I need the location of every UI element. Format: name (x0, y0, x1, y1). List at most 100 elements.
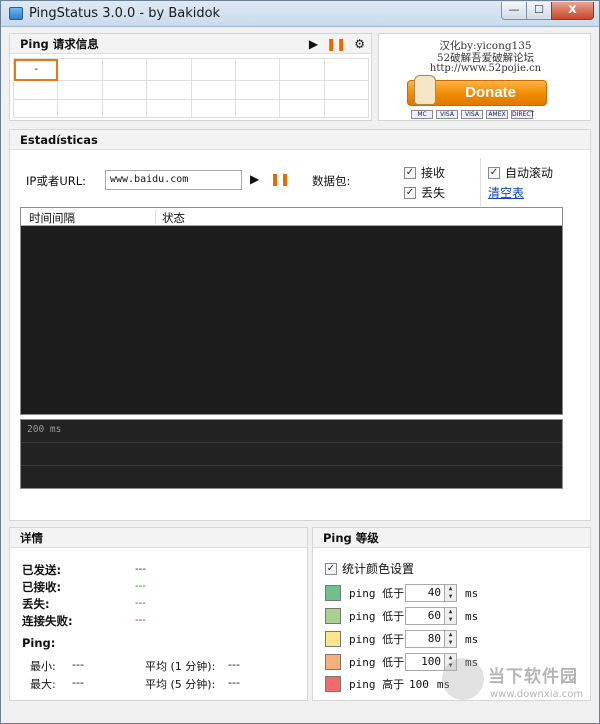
spinner-arrows-icon[interactable]: ▲ ▼ (445, 607, 457, 625)
play-icon[interactable]: ▶ (250, 172, 259, 186)
ping-cell[interactable] (280, 81, 325, 100)
ping-cell[interactable] (235, 81, 281, 100)
donate-area: 汉化by:yicong135 52破解吾爱破解论坛 http://www.52p… (378, 33, 591, 121)
ping-cell[interactable] (235, 59, 281, 81)
ping-request-panel: Ping 请求信息 ▶ ❚❚ ⚙ - (9, 33, 372, 121)
play-icon[interactable]: ▶ (309, 37, 318, 51)
ping-cell[interactable] (280, 59, 325, 81)
level-text: ping 低于 (349, 610, 405, 623)
donate-button[interactable]: Donate (407, 75, 547, 106)
check-icon: ✓ (325, 562, 337, 575)
log-table-header: 时间间隔 状态 (21, 208, 562, 226)
minimize-button[interactable]: — (501, 2, 527, 20)
autoscroll-checkbox[interactable]: ✓ 自动滚动 (488, 164, 553, 181)
spinner-arrows-icon[interactable]: ▲ ▼ (445, 584, 457, 602)
threshold-input[interactable]: 60 (405, 607, 445, 625)
color-swatch[interactable] (325, 654, 341, 670)
avg5-label: 平均 (5 分钟): (145, 678, 216, 691)
max-label: 最大: (30, 678, 56, 691)
color-swatch[interactable] (325, 608, 341, 624)
color-settings-checkbox[interactable]: ✓ 统计颜色设置 (325, 560, 414, 577)
url-input[interactable]: www.baidu.com (105, 170, 242, 190)
details-header: 详情 (10, 528, 307, 548)
level-row: ping 低于 80 ▲ ▼ ms (325, 630, 478, 648)
ping-cell[interactable] (102, 81, 148, 100)
graph-scale-label: 200 ms (27, 424, 62, 435)
check-icon: ✓ (404, 166, 416, 179)
pause-icon[interactable]: ❚❚ (326, 37, 346, 51)
clear-table-link[interactable]: 清空表 (488, 184, 524, 201)
latency-graph: 200 ms (20, 419, 563, 489)
received-label: 已接收: (22, 580, 62, 594)
donate-label: Donate (465, 84, 516, 101)
level-text: ping 低于 (349, 656, 405, 669)
unit-label: ms (465, 586, 479, 600)
gear-icon[interactable]: ⚙ (354, 37, 365, 51)
statistics-panel: Estadísticas IP或者URL: www.baidu.com ▶ ❚❚… (9, 129, 591, 521)
ping-cell[interactable] (102, 59, 148, 81)
avg5-value: --- (228, 676, 240, 689)
ping-cell[interactable] (235, 99, 281, 118)
ping-cell[interactable] (102, 99, 148, 118)
lost-label: 丢失 (421, 186, 446, 200)
min-value: --- (72, 658, 84, 671)
received-label: 接收 (421, 166, 446, 180)
column-header-time[interactable]: 时间间隔 (29, 210, 75, 226)
watermark-logo-icon (442, 658, 484, 700)
level-text: ping 低于 (349, 587, 405, 600)
color-swatch[interactable] (325, 631, 341, 647)
grid-line (21, 442, 562, 443)
details-panel: 详情 已发送: --- 已接收: --- 丢失: --- 连接失败: --- P… (9, 527, 308, 701)
ping-cell[interactable] (280, 99, 325, 118)
ping-cell[interactable] (324, 59, 369, 81)
url-label: IP或者URL: (26, 174, 87, 188)
ping-cell[interactable] (14, 81, 59, 100)
title-bar: PingStatus 3.0.0 - by Bakidok — ☐ X (1, 1, 599, 27)
level-text: ping 高于 (349, 678, 405, 691)
column-header-status[interactable]: 状态 (155, 210, 185, 225)
close-button[interactable]: X (551, 2, 594, 20)
ping-cell[interactable] (191, 81, 236, 100)
received-checkbox[interactable]: ✓ 接收 (404, 164, 445, 181)
mastercard-icon: MC (411, 110, 433, 119)
level-row: ping 高于 100 ms (325, 676, 450, 692)
threshold-input[interactable]: 80 (405, 630, 445, 648)
color-swatch[interactable] (325, 585, 341, 601)
color-swatch[interactable] (325, 676, 341, 692)
ping-cell[interactable] (58, 81, 103, 100)
ping-log-table[interactable]: 时间间隔 状态 (20, 207, 563, 415)
ping-cell[interactable] (147, 59, 192, 81)
ping-cell[interactable] (191, 59, 236, 81)
ping-cell[interactable]: - (14, 59, 59, 81)
card-logos: MC VISA VISA AMEX DIRECT (411, 110, 534, 119)
check-icon: ✓ (404, 186, 416, 199)
threshold-input[interactable]: 40 (405, 584, 445, 602)
window-title: PingStatus 3.0.0 - by Bakidok (29, 6, 221, 21)
received-value: --- (135, 581, 146, 592)
ping-cell[interactable] (58, 99, 103, 118)
color-settings-label: 统计颜色设置 (342, 562, 415, 576)
maximize-button[interactable]: ☐ (526, 2, 552, 20)
threshold-value: 100 (409, 677, 429, 691)
ping-cell[interactable] (324, 99, 369, 118)
avg1-label: 平均 (1 分钟): (145, 660, 216, 673)
app-window: PingStatus 3.0.0 - by Bakidok — ☐ X Ping… (0, 0, 600, 724)
ping-cell[interactable] (147, 81, 192, 100)
ping-cell[interactable] (58, 59, 103, 81)
pause-icon[interactable]: ❚❚ (270, 172, 290, 186)
amex-icon: AMEX (486, 110, 508, 119)
app-icon (9, 7, 23, 20)
lost-value: --- (135, 598, 146, 609)
ping-cell[interactable] (147, 99, 192, 118)
spinner-arrows-icon[interactable]: ▲ ▼ (445, 630, 457, 648)
ping-cell[interactable] (324, 81, 369, 100)
sent-label: 已发送: (22, 563, 62, 577)
grid-line (21, 465, 562, 466)
ping-cell[interactable] (191, 99, 236, 118)
credit-url: http://www.52pojie.cn (429, 63, 542, 74)
autoscroll-label: 自动滚动 (505, 166, 554, 180)
lost-checkbox[interactable]: ✓ 丢失 (404, 184, 445, 201)
level-row: ping 低于 40 ▲ ▼ ms (325, 584, 478, 602)
lost-label: 丢失: (22, 597, 50, 611)
ping-cell[interactable] (14, 99, 59, 118)
